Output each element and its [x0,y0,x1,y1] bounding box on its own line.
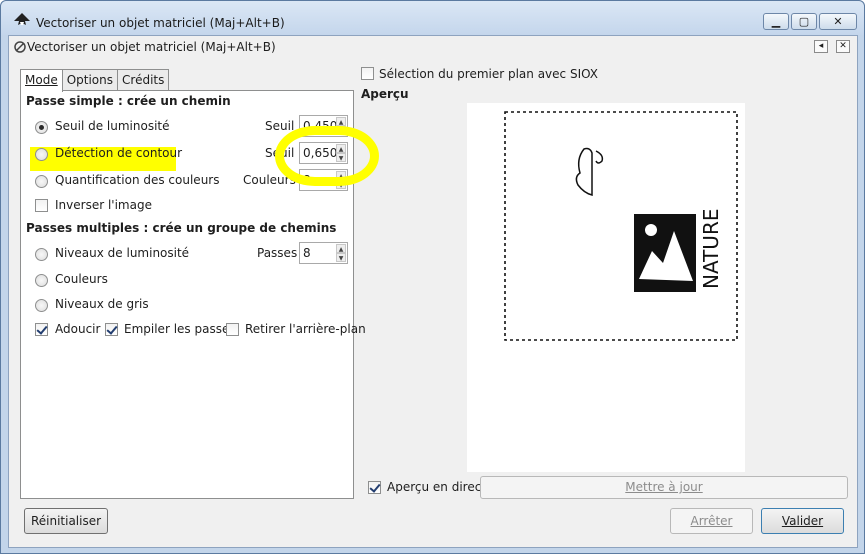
ok-button[interactable]: Valider [761,508,844,534]
spin-up-icon[interactable]: ▲ [336,244,346,253]
smooth-label: Adoucir [55,322,101,336]
brightness-radio[interactable] [35,121,48,134]
preview-nature-text: NATURE [699,209,723,289]
maximize-button[interactable]: ▢ [791,13,817,30]
edge-detection-label: Détection de contour [55,146,183,160]
invert-image-checkbox[interactable] [35,199,48,212]
stack-passes-checkbox[interactable] [105,323,118,336]
window-title: Vectoriser un objet matriciel (Maj+Alt+B… [36,16,285,30]
tab-credits[interactable]: Crédits [117,69,170,90]
edge-detection-radio[interactable] [35,148,48,161]
stack-passes-label: Empiler les passes [124,322,236,336]
dock-close-button[interactable]: ✕ [836,40,850,53]
dock-bar: Vectoriser un objet matriciel (Maj+Alt+B… [9,36,857,58]
colors-label: Couleurs [55,272,108,286]
single-pass-heading: Passe simple : crée un chemin [26,94,231,108]
dialog-client: Vectoriser un objet matriciel (Maj+Alt+B… [8,35,858,548]
close-icon: ✕ [839,41,847,51]
preview-image: NATURE [504,111,738,341]
inkscape-icon [14,13,30,25]
minimize-button[interactable]: ▁ [763,13,789,30]
siox-checkbox[interactable] [361,67,374,80]
spin-down-icon[interactable]: ▼ [336,253,346,262]
brightness-levels-radio[interactable] [35,248,48,261]
preview-area: NATURE [467,103,745,472]
preview-heading: Aperçu [361,87,409,101]
highlight-ring [275,126,379,186]
invert-image-label: Inverser l'image [55,198,152,212]
trace-bitmap-icon [14,41,26,53]
passes-label: Passes : [257,246,306,260]
close-icon: ✕ [833,15,843,28]
remove-background-checkbox[interactable] [226,323,239,336]
brightness-label: Seuil de luminosité [55,119,170,133]
collapse-icon: ◂ [818,41,824,51]
color-quantization-label: Quantification des couleurs [55,173,220,187]
colors-radio[interactable] [35,274,48,287]
live-preview-label: Aperçu en direct [387,480,487,494]
maximize-icon: ▢ [798,15,810,28]
reset-button[interactable]: Réinitialiser [24,508,108,534]
close-button[interactable]: ✕ [819,13,857,30]
smooth-checkbox[interactable] [35,323,48,336]
dock-title: Vectoriser un objet matriciel (Maj+Alt+B… [27,40,276,54]
stop-button[interactable]: Arrêter [670,508,753,534]
multi-pass-heading: Passes multiples : crée un groupe de che… [26,221,337,235]
color-quantization-radio[interactable] [35,175,48,188]
grays-label: Niveaux de gris [55,297,149,311]
brightness-levels-label: Niveaux de luminosité [55,246,190,260]
passes-spinner[interactable]: 8 ▲ ▼ [299,242,348,264]
minimize-icon: ▁ [771,15,781,28]
update-preview-button[interactable]: Mettre à jour [480,476,848,499]
grays-radio[interactable] [35,299,48,312]
tab-mode[interactable]: Mode [20,69,63,92]
dock-collapse-button[interactable]: ◂ [814,40,828,53]
title-bar[interactable]: Vectoriser un objet matriciel (Maj+Alt+B… [1,1,864,35]
tab-options[interactable]: Options [61,69,119,90]
spin-up-icon[interactable]: ▲ [336,117,346,126]
tab-bar: Mode Options Crédits [20,69,170,92]
live-preview-checkbox[interactable] [368,481,381,494]
siox-label: Sélection du premier plan avec SIOX [379,67,599,81]
window-controls: ▁ ▢ ✕ [761,13,857,30]
remove-background-label: Retirer l'arrière-plan [245,322,366,336]
dialog-window: Vectoriser un objet matriciel (Maj+Alt+B… [0,0,865,554]
